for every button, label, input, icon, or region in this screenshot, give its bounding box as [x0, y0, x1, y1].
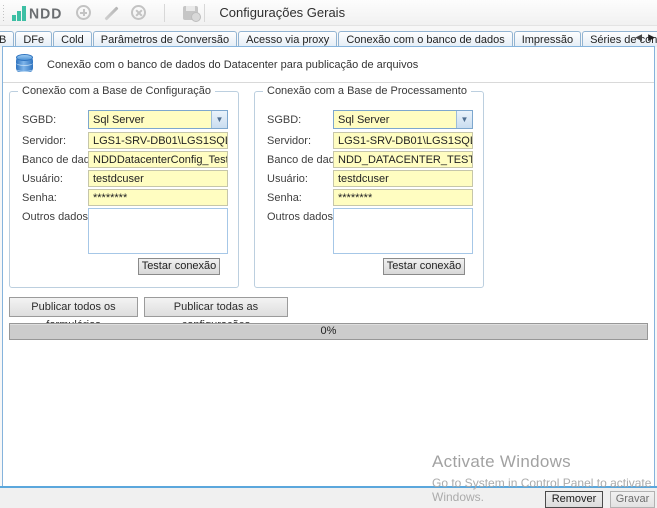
testar-conexao-button[interactable]: Testar conexão [383, 258, 465, 275]
page-title: Configurações Gerais [219, 5, 345, 20]
servidor-label: Servidor: [267, 135, 311, 147]
usuario-label: Usuário: [267, 173, 308, 185]
senha-input[interactable]: ******** [333, 189, 473, 206]
delete-icon[interactable] [131, 5, 146, 20]
outros-dados-label: Outros dados: [22, 211, 91, 223]
edit-pencil-icon[interactable] [103, 5, 119, 21]
chevron-down-icon[interactable]: ▼ [211, 111, 227, 128]
ndd-logo-text: NDD [29, 4, 62, 21]
senha-label: Senha: [22, 192, 57, 204]
config-base-group: Conexão com a Base de Configuração SGBD:… [9, 91, 239, 288]
banco-input[interactable]: NDDDatacenterConfig_Testes [88, 151, 228, 168]
sgbd-select[interactable]: Sql Server ▼ [88, 110, 228, 129]
add-icon[interactable] [76, 5, 91, 20]
banco-input[interactable]: NDD_DATACENTER_TESTES [333, 151, 473, 168]
processing-base-group: Conexão com a Base de Processamento SGBD… [254, 91, 484, 288]
gravar-button[interactable]: Gravar [610, 491, 655, 508]
tab-cold[interactable]: Cold [53, 31, 92, 47]
outros-dados-input[interactable] [88, 208, 228, 254]
publish-icon[interactable] [183, 6, 198, 20]
tab-b[interactable]: B [0, 31, 14, 47]
toolbar-separator [164, 4, 165, 22]
senha-label: Senha: [267, 192, 302, 204]
servidor-label: Servidor: [22, 135, 66, 147]
senha-input[interactable]: ******** [88, 189, 228, 206]
servidor-input[interactable]: LGS1-SRV-DB01\LGS1SQLHMG01 [333, 132, 473, 149]
bottom-bar: Remover Gravar [0, 486, 657, 508]
tab-strip: B DFe Cold Parâmetros de Conversão Acess… [0, 29, 657, 47]
sgbd-label: SGBD: [267, 114, 301, 126]
usuario-label: Usuário: [22, 173, 63, 185]
remover-button[interactable]: Remover [545, 491, 603, 508]
progress-bar: 0% [9, 323, 648, 340]
toolbar-separator [204, 4, 205, 22]
tab-acesso-proxy[interactable]: Acesso via proxy [238, 31, 337, 47]
sgbd-label: SGBD: [22, 114, 56, 126]
toolbar-grip[interactable] [2, 4, 6, 22]
info-bar: Conexão com o banco de dados do Datacent… [3, 47, 654, 83]
database-icon [16, 54, 33, 75]
tab-dfe[interactable]: DFe [15, 31, 52, 47]
testar-conexao-button[interactable]: Testar conexão [138, 258, 220, 275]
tab-parametros-conversao[interactable]: Parâmetros de Conversão [93, 31, 237, 47]
usuario-input[interactable]: testdcuser [333, 170, 473, 187]
chevron-down-icon[interactable]: ▼ [456, 111, 472, 128]
group-title: Conexão com a Base de Configuração [18, 85, 215, 97]
ndd-logo-icon [12, 6, 26, 21]
outros-dados-label: Outros dados: [267, 211, 336, 223]
sgbd-select[interactable]: Sql Server ▼ [333, 110, 473, 129]
ndd-logo: NDD [12, 5, 62, 21]
tab-impressao[interactable]: Impressão [514, 31, 581, 47]
main-toolbar: NDD Configurações Gerais [0, 0, 657, 26]
usuario-input[interactable]: testdcuser [88, 170, 228, 187]
tab-scroll-right-icon[interactable]: ▶ [648, 32, 655, 43]
outros-dados-input[interactable] [333, 208, 473, 254]
info-text: Conexão com o banco de dados do Datacent… [47, 59, 418, 71]
servidor-input[interactable]: LGS1-SRV-DB01\LGS1SQLHMG01 [88, 132, 228, 149]
tab-scroll-left-icon[interactable]: ◀ [635, 32, 642, 43]
publicar-configuracoes-button[interactable]: Publicar todas as configurações [144, 297, 288, 317]
tab-conexao-banco[interactable]: Conexão com o banco de dados [338, 31, 512, 47]
datacenter-tab-page: Conexão com o banco de dados do Datacent… [2, 46, 655, 488]
group-title: Conexão com a Base de Processamento [263, 85, 471, 97]
publicar-formularios-button[interactable]: Publicar todos os formulários [9, 297, 138, 317]
